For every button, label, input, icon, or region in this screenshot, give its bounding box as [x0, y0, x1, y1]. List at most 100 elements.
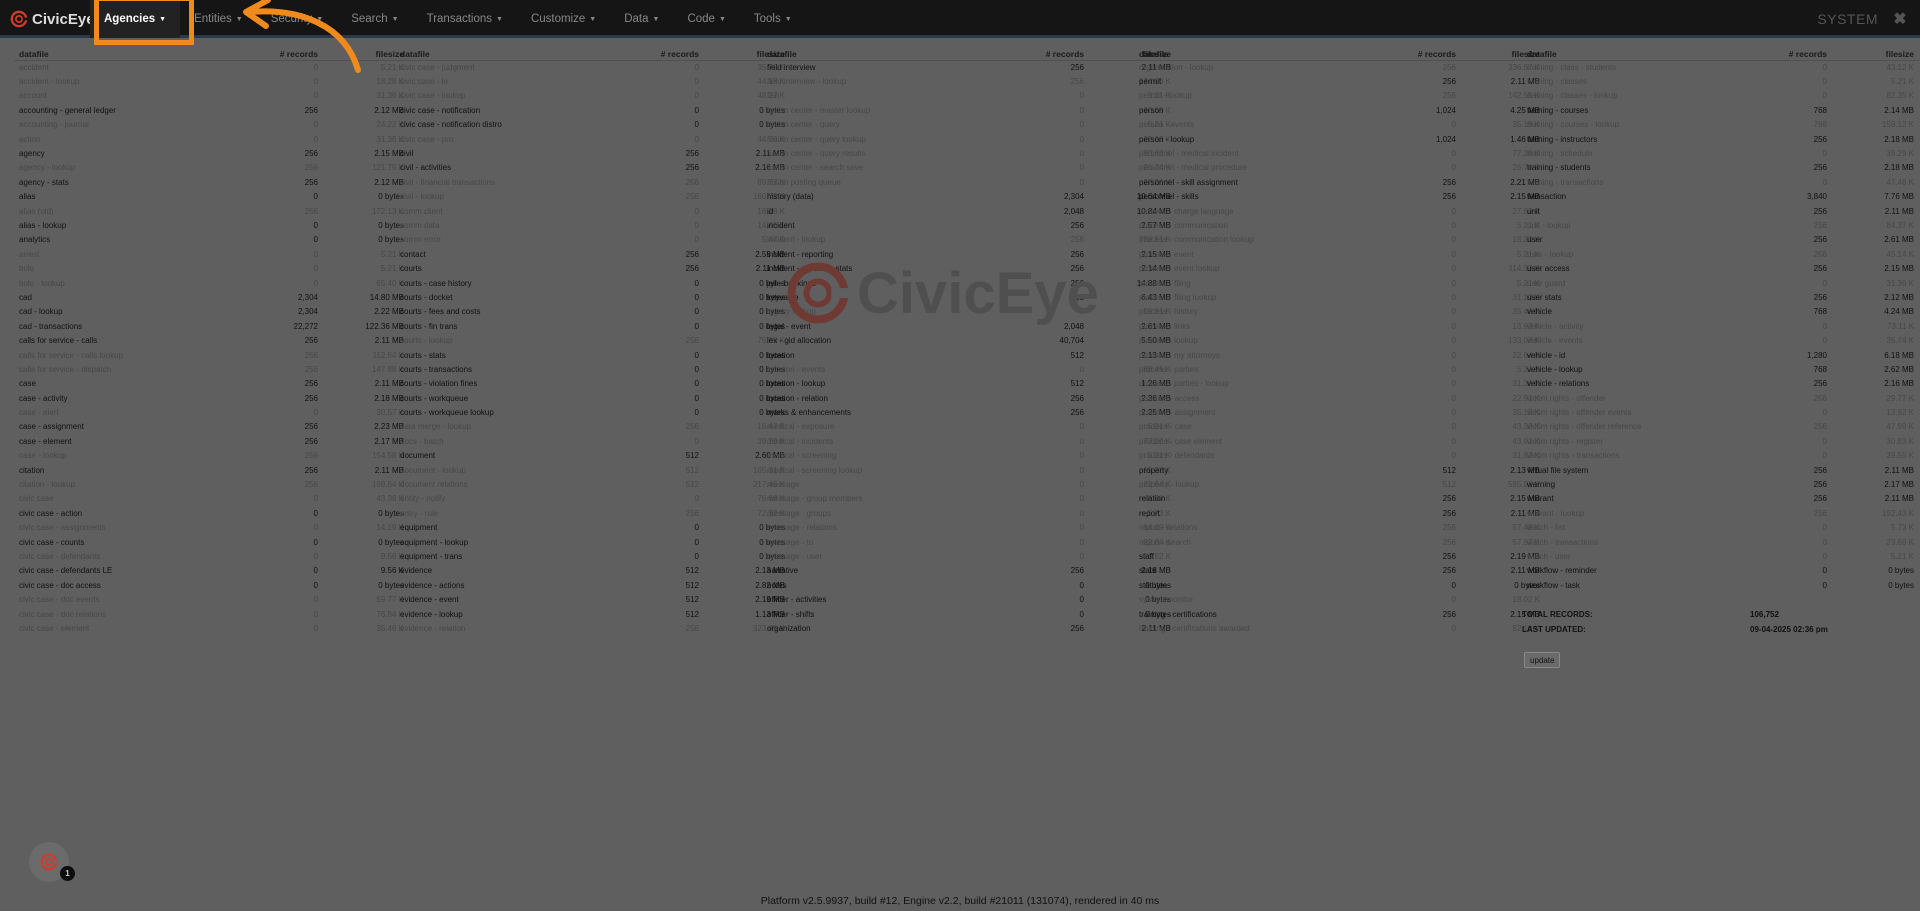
- table-row[interactable]: user access 256 2.15 MB: [1522, 261, 1919, 275]
- table-row[interactable]: prodocs - case element 0 43.91 K: [1134, 434, 1545, 448]
- table-row[interactable]: user guard 0 31.36 K: [1522, 276, 1919, 290]
- table-row[interactable]: incident - reporting stats 256 2.14 MB: [762, 261, 1176, 275]
- table-row[interactable]: lex - gid allocation 40,704 5.50 MB: [762, 333, 1176, 347]
- table-row[interactable]: vehicle - events 0 26.74 K: [1522, 333, 1919, 347]
- table-row[interactable]: case - element 256 2.17 MB: [14, 434, 409, 448]
- table-row[interactable]: location - lookup 512 1.26 MB: [762, 377, 1176, 391]
- table-row[interactable]: watch - user 0 5.21 K: [1522, 549, 1919, 563]
- table-row[interactable]: comm data 0 14.45 K: [395, 218, 790, 232]
- table-row[interactable]: training - instructors 256 2.18 MB: [1522, 132, 1919, 146]
- table-row[interactable]: workflow - task 0 0 bytes: [1522, 578, 1919, 592]
- table-row[interactable]: narrative 256 2.18 MB: [762, 564, 1176, 578]
- table-row[interactable]: evidence - relation 256 323.45 K: [395, 621, 790, 635]
- table-row[interactable]: prodocs - case 0 43.38 K: [1134, 420, 1545, 434]
- table-row[interactable]: report - relations 256 57.48 K: [1134, 521, 1545, 535]
- datafile-header[interactable]: datafile: [14, 48, 224, 61]
- table-row[interactable]: bolo 0 5.21 K: [14, 261, 409, 275]
- table-row[interactable]: vehicle 768 4.24 MB: [1522, 305, 1919, 319]
- table-row[interactable]: equipment 0 0 bytes: [395, 521, 790, 535]
- records-header[interactable]: # records: [605, 48, 704, 61]
- table-row[interactable]: user - lookup 256 45.14 K: [1522, 247, 1919, 261]
- table-row[interactable]: calls for service - calls lookup 256 112.6…: [14, 348, 409, 362]
- table-row[interactable]: accounting - journal 0 24.22 K: [14, 118, 409, 132]
- table-row[interactable]: civic case - pro 0 44.70 K: [395, 132, 790, 146]
- table-row[interactable]: incident - lookup 256 738.51 K: [762, 233, 1176, 247]
- table-row[interactable]: personnel - skills 256 2.15 MB: [1134, 190, 1545, 204]
- table-row[interactable]: civil - activities 256 2.16 MB: [395, 161, 790, 175]
- table-row[interactable]: marks & enhancements 256 2.25 MB: [762, 405, 1176, 419]
- table-row[interactable]: arrest 0 5.21 K: [14, 247, 409, 261]
- table-row[interactable]: vehicle - activity 0 73.11 K: [1522, 319, 1919, 333]
- table-row[interactable]: process - parties 0 5.21 K: [1134, 362, 1545, 376]
- table-row[interactable]: property 512 2.13 MB: [1134, 463, 1545, 477]
- table-row[interactable]: person 1,024 4.25 MB: [1134, 103, 1545, 117]
- table-row[interactable]: courts - workqueue lookup 0 0 bytes: [395, 405, 790, 419]
- table-row[interactable]: message - group members 0 6.00 K: [762, 492, 1176, 506]
- table-row[interactable]: comm client 0 18.28 K: [395, 204, 790, 218]
- table-row[interactable]: process - parties - lookup 0 31.36 K: [1134, 377, 1545, 391]
- table-row[interactable]: citation - lookup 256 169.64 K: [14, 477, 409, 491]
- table-row[interactable]: fusion center - search save 0 26.74 K: [762, 161, 1176, 175]
- table-row[interactable]: field interview 256 2.11 MB: [762, 60, 1176, 74]
- table-row[interactable]: warning 256 2.17 MB: [1522, 477, 1919, 491]
- table-row[interactable]: civic case - element 0 35.46 K: [14, 621, 409, 635]
- table-row[interactable]: civic case - lookup 0 48.27 K: [395, 89, 790, 103]
- table-row[interactable]: process - charge language 0 27.53 K: [1134, 204, 1545, 218]
- table-row[interactable]: civic case - notification 0 0 bytes: [395, 103, 790, 117]
- table-row[interactable]: civic case 0 43.38 K: [14, 492, 409, 506]
- table-row[interactable]: relation 256 2.15 MB: [1134, 492, 1545, 506]
- table-row[interactable]: report 256 2.11 MB: [1134, 506, 1545, 520]
- table-row[interactable]: civil - lookup 256 160.72 K: [395, 190, 790, 204]
- datafile-header[interactable]: datafile: [762, 48, 982, 61]
- table-row[interactable]: civic case - doc events 0 59.77 K: [14, 592, 409, 606]
- table-row[interactable]: calls for service - dispatch 256 147.88 K: [14, 362, 409, 376]
- table-row[interactable]: personnel - medical incident 0 77.20 K: [1134, 146, 1545, 160]
- table-row[interactable]: process - my attorneys 0 22.64 K: [1134, 348, 1545, 362]
- table-row[interactable]: medical - screening 0 5.21 K: [762, 449, 1176, 463]
- table-row[interactable]: medical - incidents 0 77.20 K: [762, 434, 1176, 448]
- table-row[interactable]: unit - lookup 256 84.37 K: [1522, 218, 1919, 232]
- table-row[interactable]: warrant 256 2.11 MB: [1522, 492, 1919, 506]
- table-row[interactable]: watch - transactions 0 23.69 K: [1522, 535, 1919, 549]
- filesize-header[interactable]: filesize: [1832, 48, 1919, 61]
- table-row[interactable]: courts - docket 0 0 bytes: [395, 290, 790, 304]
- table-row[interactable]: vehicle - id 1,280 6.18 MB: [1522, 348, 1919, 362]
- table-row[interactable]: message 0 22.64 K: [762, 477, 1176, 491]
- table-row[interactable]: citation 256 2.11 MB: [14, 463, 409, 477]
- table-row[interactable]: civic case - counts 0 0 bytes: [14, 535, 409, 549]
- table-row[interactable]: alias - lookup 0 0 bytes: [14, 218, 409, 232]
- table-row[interactable]: agency 256 2.15 MB: [14, 146, 409, 160]
- table-row[interactable]: cad - lookup 2,304 2.22 MB: [14, 305, 409, 319]
- table-row[interactable]: accident 0 5.21 K: [14, 60, 409, 74]
- table-row[interactable]: account 0 31.36 K: [14, 89, 409, 103]
- table-row[interactable]: user 256 2.61 MB: [1522, 233, 1919, 247]
- table-row[interactable]: cad 2,304 14.80 MB: [14, 290, 409, 304]
- table-row[interactable]: training - certifications awarded 0 82.10 …: [1134, 621, 1545, 635]
- records-header[interactable]: # records: [1354, 48, 1461, 61]
- table-row[interactable]: entity - notify 0 76.68 K: [395, 492, 790, 506]
- table-row[interactable]: process - communication 0 5.21 K: [1134, 218, 1545, 232]
- table-row[interactable]: training - students 256 2.18 MB: [1522, 161, 1919, 175]
- table-row[interactable]: training - classes 0 5.21 K: [1522, 74, 1919, 88]
- table-row[interactable]: case - alert 0 30.57 K: [14, 405, 409, 419]
- table-row[interactable]: bolo - lookup 0 65.40 K: [14, 276, 409, 290]
- table-row[interactable]: workflow - reminder 0 0 bytes: [1522, 564, 1919, 578]
- datafile-header[interactable]: datafile: [1134, 48, 1354, 61]
- nav-item-security[interactable]: Security ▼: [257, 0, 337, 38]
- table-row[interactable]: person - events 0 35.19 K: [1134, 118, 1545, 132]
- table-row[interactable]: evidence - actions 512 2.82 MB: [395, 578, 790, 592]
- table-row[interactable]: comm error 0 5.47 K: [395, 233, 790, 247]
- table-row[interactable]: document relations 512 217.45 K: [395, 477, 790, 491]
- table-row[interactable]: process - filing lookup 0 31.10 K: [1134, 290, 1545, 304]
- table-row[interactable]: notes 0 0 bytes: [762, 578, 1176, 592]
- table-row[interactable]: system monitor 0 18.02 K: [1134, 592, 1545, 606]
- table-row[interactable]: entry - rule 256 72.32 K: [395, 506, 790, 520]
- table-row[interactable]: courts - transactions 0 0 bytes: [395, 362, 790, 376]
- table-row[interactable]: victim rights - register 0 30.83 K: [1522, 434, 1919, 448]
- table-row[interactable]: fusion posting queue 0 27.26 K: [762, 175, 1176, 189]
- table-row[interactable]: incident 256 2.57 MB: [762, 218, 1176, 232]
- table-row[interactable]: process - links 0 13.92 K: [1134, 319, 1545, 333]
- table-row[interactable]: calls for service - calls 256 2.11 MB: [14, 333, 409, 347]
- table-row[interactable]: courts - fees and costs 0 0 bytes: [395, 305, 790, 319]
- table-row[interactable]: message - relations 0 14.19 K: [762, 521, 1176, 535]
